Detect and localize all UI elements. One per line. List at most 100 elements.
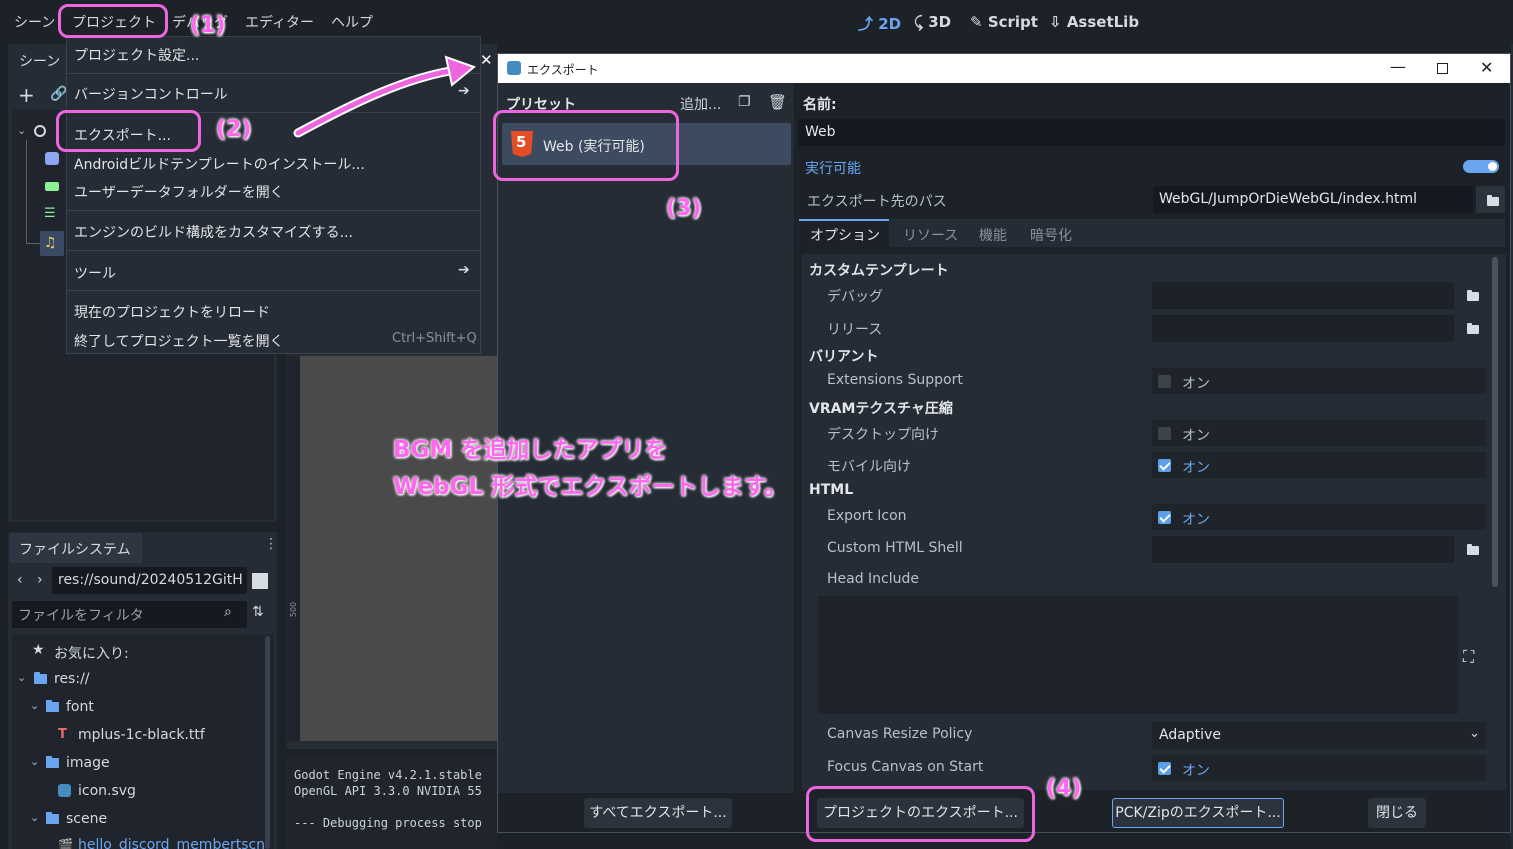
download-icon: ⇩ bbox=[1049, 13, 1062, 31]
container-node-icon: ☰ bbox=[44, 206, 56, 221]
export-icon-checkbox[interactable] bbox=[1158, 511, 1171, 524]
menu-item-tools[interactable]: ツール bbox=[74, 263, 116, 283]
export-icon-label: Export Icon bbox=[827, 508, 907, 524]
focus-canvas-checkbox[interactable] bbox=[1158, 762, 1171, 775]
mode-script-button[interactable]: ✎ Script bbox=[970, 13, 1038, 31]
tab-options[interactable]: オプション bbox=[810, 225, 880, 245]
trash-icon[interactable]: 🗑 bbox=[768, 93, 787, 111]
extensions-support-checkbox[interactable] bbox=[1158, 375, 1171, 388]
chevron-down-icon[interactable]: ⌄ bbox=[30, 811, 39, 824]
favorites-label[interactable]: お気に入り: bbox=[54, 643, 129, 663]
chevron-down-icon[interactable]: ⌄ bbox=[17, 124, 26, 137]
folder-icon bbox=[46, 700, 59, 712]
expand-icon[interactable]: ⛶ bbox=[1463, 647, 1474, 667]
add-preset-button[interactable]: 追加... bbox=[680, 94, 721, 114]
export-all-button[interactable]: すべてエクスポート... bbox=[584, 798, 732, 828]
tree-icon-svg[interactable]: icon.svg bbox=[78, 783, 136, 799]
tab-encryption[interactable]: 暗号化 bbox=[1030, 225, 1072, 245]
menu-item-android-template[interactable]: Androidビルドテンプレートのインストール... bbox=[74, 154, 365, 174]
output-line-2: OpenGL API 3.3.0 NVIDIA 55 bbox=[294, 784, 482, 798]
menu-help[interactable]: ヘルプ bbox=[331, 12, 373, 32]
caption-line-1: BGM を追加したアプリを bbox=[393, 437, 668, 463]
tree-font-file[interactable]: mplus-1c-black.ttf bbox=[78, 727, 205, 743]
export-pck-zip-button[interactable]: PCK/Zipのエクスポート... bbox=[1112, 798, 1284, 828]
highlight-project-menu bbox=[58, 4, 168, 38]
menu-item-user-data-folder[interactable]: ユーザーデータフォルダーを開く bbox=[74, 182, 284, 202]
menu-item-reload[interactable]: 現在のプロジェクトをリロード bbox=[74, 302, 270, 322]
close-icon[interactable]: ✕ bbox=[1480, 58, 1493, 77]
desktop-checkbox[interactable] bbox=[1158, 427, 1171, 440]
folder-icon[interactable] bbox=[1467, 290, 1479, 301]
release-template-field[interactable] bbox=[1152, 315, 1454, 342]
menu-item-quit-to-list[interactable]: 終了してプロジェクト一覧を開く bbox=[74, 331, 284, 351]
filesystem-tab[interactable]: ファイルシステム bbox=[19, 539, 131, 559]
focus-canvas-on: オン bbox=[1182, 763, 1210, 779]
tree-scene[interactable]: scene bbox=[66, 811, 107, 827]
menu-item-project-settings[interactable]: プロジェクト設定... bbox=[74, 45, 199, 65]
debug-template-field[interactable] bbox=[1152, 282, 1454, 309]
folder-icon bbox=[46, 756, 59, 768]
forward-icon[interactable]: › bbox=[37, 572, 43, 588]
submenu-arrow-icon: ➔ bbox=[458, 262, 470, 278]
menu-scene[interactable]: シーン bbox=[14, 12, 55, 32]
menu-item-customize-build[interactable]: エンジンのビルド構成をカスタマイズする... bbox=[74, 222, 353, 242]
menu-separator bbox=[67, 290, 480, 291]
path-value: res://sound/20240512GitH bbox=[58, 572, 243, 588]
close-dialog-button[interactable]: 閉じる bbox=[1368, 798, 1426, 828]
section-vram[interactable]: VRAMテクスチャ圧縮 bbox=[809, 398, 953, 418]
duplicate-icon[interactable]: ❐ bbox=[738, 94, 751, 110]
tree-image[interactable]: image bbox=[66, 755, 110, 771]
sprite-node-icon bbox=[45, 152, 59, 165]
mode-assetlib-button[interactable]: ⇩ AssetLib bbox=[1049, 13, 1139, 31]
kebab-menu-icon[interactable]: ⋮ bbox=[264, 536, 278, 552]
mobile-on: オン bbox=[1182, 460, 1210, 476]
debug-label: デバッグ bbox=[827, 289, 883, 305]
tree-guide bbox=[26, 140, 27, 244]
tree-font[interactable]: font bbox=[66, 699, 94, 715]
folder-icon bbox=[46, 812, 59, 824]
label-node-icon bbox=[45, 182, 59, 191]
highlight-export-item bbox=[56, 110, 201, 152]
export-path-label: エクスポート先のパス bbox=[807, 194, 947, 210]
name-field[interactable] bbox=[798, 119, 1505, 146]
tree-scene-file[interactable]: hello_discord_membertscn bbox=[78, 837, 265, 849]
section-html[interactable]: HTML bbox=[809, 482, 853, 498]
back-icon[interactable]: ‹ bbox=[17, 572, 23, 588]
release-label: リリース bbox=[827, 322, 883, 338]
tree-res[interactable]: res:// bbox=[54, 671, 90, 687]
chevron-down-icon[interactable]: ⌄ bbox=[30, 699, 39, 712]
mobile-label: モバイル向け bbox=[827, 459, 911, 475]
mobile-checkbox[interactable] bbox=[1158, 459, 1171, 472]
add-node-icon[interactable]: + bbox=[18, 83, 35, 107]
tree-guide bbox=[26, 243, 40, 244]
tab-features[interactable]: 機能 bbox=[979, 225, 1007, 245]
options-scrollbar[interactable] bbox=[1492, 257, 1498, 587]
mode-3d-button[interactable]: ⤹ 3D bbox=[914, 13, 951, 31]
scene-dock-tab[interactable]: シーン bbox=[19, 51, 60, 71]
chevron-down-icon[interactable]: ⌄ bbox=[17, 671, 26, 684]
folder-icon[interactable] bbox=[1467, 323, 1479, 334]
filetree-scrollbar[interactable] bbox=[265, 636, 270, 849]
runnable-label: 実行可能 bbox=[805, 161, 861, 177]
link-icon[interactable]: 🔗 bbox=[50, 86, 67, 102]
music-note-icon: ♫ bbox=[44, 235, 57, 251]
section-variant[interactable]: バリアント bbox=[809, 346, 878, 366]
extensions-support-on: オン bbox=[1182, 376, 1210, 392]
runnable-toggle[interactable] bbox=[1463, 160, 1499, 173]
head-include-textarea[interactable] bbox=[818, 596, 1458, 714]
sort-icon[interactable]: ⇅ bbox=[252, 604, 264, 620]
menu-item-version-control[interactable]: バージョンコントロール bbox=[74, 84, 228, 104]
chevron-down-icon[interactable]: ⌄ bbox=[30, 755, 39, 768]
folder-icon[interactable] bbox=[1467, 544, 1479, 555]
custom-html-shell-field[interactable] bbox=[1152, 536, 1454, 563]
folder-icon bbox=[1487, 195, 1499, 206]
mode-2d-button[interactable]: ⤴ 2D bbox=[858, 13, 901, 34]
folder-icon bbox=[34, 672, 47, 684]
maximize-icon[interactable] bbox=[1437, 63, 1448, 74]
output-line-1: Godot Engine v4.2.1.stable bbox=[294, 768, 482, 782]
layout-icon[interactable] bbox=[252, 573, 268, 589]
section-custom-template[interactable]: カスタムテンプレート bbox=[809, 260, 949, 280]
minimize-icon[interactable]: — bbox=[1390, 57, 1406, 76]
tab-resources[interactable]: リソース bbox=[903, 225, 958, 245]
menu-editor[interactable]: エディター bbox=[245, 12, 314, 32]
